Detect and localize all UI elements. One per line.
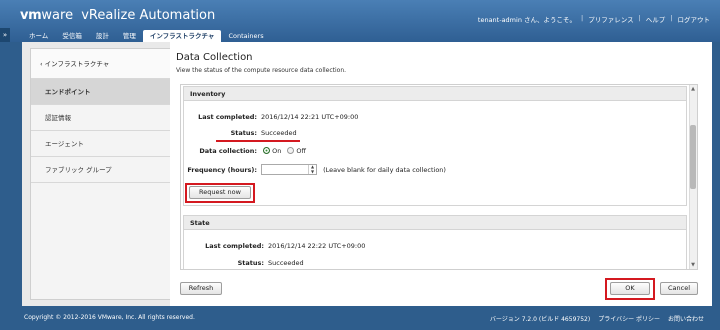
help-link[interactable]: ヘルプ [646,14,666,24]
app-header: vmware vRealize Automation tenant-admin … [0,0,720,42]
data-collection-scroll-area[interactable]: Inventory Last completed: 2016/12/14 22:2… [180,84,698,270]
main-tabs: ホーム 受信箱 設計 管理 インフラストラクチャ Containers [22,30,271,42]
page-subtitle: View the status of the compute resource … [176,67,347,74]
page-title: Data Collection [176,52,253,63]
tab-administration[interactable]: 管理 [116,30,143,42]
logout-link[interactable]: ログアウト [678,14,711,24]
frequency-stepper-icon[interactable]: ▲ ▼ [308,164,316,174]
divider: | [670,14,673,22]
state-status-highlight [223,269,307,270]
divider: | [638,14,641,22]
expand-arrow-icon[interactable]: » [0,28,10,42]
on-label: On [272,147,282,155]
inventory-last-completed-value: 2016/12/14 22:21 UTC+09:00 [261,113,359,121]
scroll-up-icon[interactable]: ▲ [690,86,696,92]
cancel-button[interactable]: Cancel [660,282,698,295]
tab-design[interactable]: 設計 [89,30,116,42]
off-label: Off [296,147,307,155]
sidebar-item-endpoints[interactable]: エンドポイント [31,79,188,105]
radio-off-icon[interactable] [287,147,295,154]
inventory-status-label: Status: [230,129,257,137]
data-collection-label: Data collection: [199,147,257,155]
refresh-button[interactable]: Refresh [180,282,222,295]
state-last-completed-row: Last completed: 2016/12/14 22:22 UTC+09:0… [183,242,365,250]
sidebar-item-fabric-groups[interactable]: ファブリック グループ [31,157,188,183]
frequency-hint: (Leave blank for daily data collection) [323,165,446,174]
sidebar-back-link[interactable]: ‹ インフラストラクチャ [31,49,188,79]
data-collection-on-option[interactable]: On [263,147,281,155]
data-collection-off-option[interactable]: Off [287,147,306,155]
footer-links: バージョン 7.2.0 (ビルド 4659752) プライバシー ポリシー お問… [482,314,704,323]
state-status-row: Status: Succeeded [183,259,304,267]
request-now-button[interactable]: Request now [189,186,251,199]
sidebar: ‹ インフラストラクチャ エンドポイント 認証情報 エージェント ファブリック … [30,48,189,300]
inventory-last-completed-row: Last completed: 2016/12/14 22:21 UTC+09:0… [183,113,358,121]
preferences-link[interactable]: プリファレンス [588,14,633,24]
data-collection-row: Data collection: On Off [183,147,306,155]
tab-home[interactable]: ホーム [22,30,55,42]
main-panel: Data Collection View the status of the c… [170,42,712,306]
scroll-down-icon[interactable]: ▼ [690,262,696,268]
inventory-section: Inventory [183,86,687,206]
tab-infrastructure[interactable]: インフラストラクチャ [142,30,222,42]
state-last-completed-value: 2016/12/14 22:22 UTC+09:00 [268,242,366,250]
version-text: バージョン 7.2.0 (ビルド 4659752) [489,316,591,323]
brand-ware: ware [41,8,74,23]
state-status-label: Status: [237,259,264,267]
sidebar-item-agents[interactable]: エージェント [31,131,188,157]
brand-logo: vmware vRealize Automation [20,8,215,23]
vertical-scrollbar[interactable]: ▲ ▼ [689,85,697,269]
welcome-user: tenant-admin さん、ようこそ。 [477,16,577,24]
state-last-completed-label: Last completed: [205,242,264,250]
frequency-hours-input[interactable]: ▲ ▼ [261,164,317,175]
inventory-heading: Inventory [184,87,686,101]
radio-on-icon[interactable] [263,147,271,154]
inventory-status-value: Succeeded [261,129,297,137]
copyright-text: Copyright © 2012-2016 VMware, Inc. All r… [24,314,195,321]
sidebar-item-credentials[interactable]: 認証情報 [31,105,188,131]
scroll-thumb[interactable] [690,125,696,189]
brand-vm: vm [20,8,42,23]
content-frame: ‹ インフラストラクチャ エンドポイント 認証情報 エージェント ファブリック … [22,42,712,306]
frequency-label: Frequency (hours): [187,165,257,174]
state-heading: State [184,216,686,230]
inventory-status-highlight [216,140,300,142]
divider: | [581,14,584,22]
brand-product: vRealize Automation [81,8,216,23]
frequency-row: Frequency (hours): ▲ ▼ (Leave blank for da… [183,164,446,175]
tab-inbox[interactable]: 受信箱 [55,30,89,42]
app-footer: Copyright © 2012-2016 VMware, Inc. All r… [0,306,720,330]
tab-containers[interactable]: Containers [221,30,270,42]
ok-button[interactable]: OK [610,282,650,295]
state-status-value: Succeeded [268,259,304,267]
inventory-last-completed-label: Last completed: [198,113,257,121]
inventory-status-row: Status: Succeeded [183,129,297,137]
contact-link[interactable]: お問い合わせ [668,314,704,323]
header-links: tenant-admin さん、ようこそ。 | プリファレンス | ヘルプ | … [478,14,710,24]
privacy-link[interactable]: プライバシー ポリシー [598,314,660,323]
